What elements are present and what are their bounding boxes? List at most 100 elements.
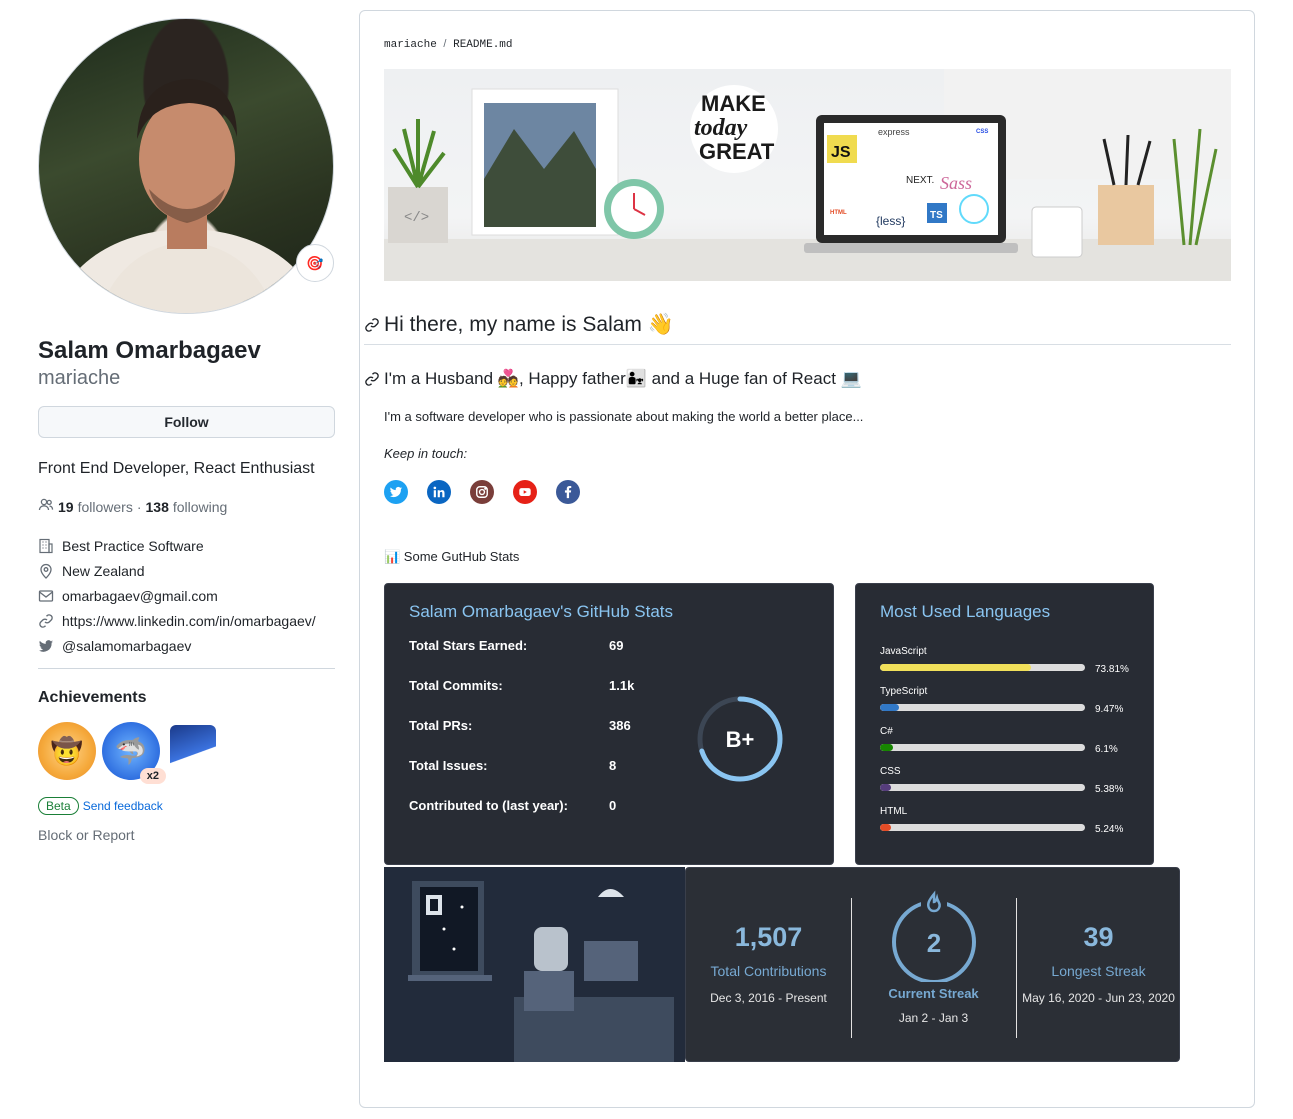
dot-separator: · [136, 498, 142, 515]
stat-value: 1.1k [609, 678, 635, 693]
language-percent: 73.81% [1095, 664, 1129, 675]
stat-label: Total PRs: [409, 718, 473, 733]
language-bar-fill [880, 824, 891, 831]
language-bar [880, 664, 1085, 671]
language-percent: 5.24% [1095, 824, 1124, 835]
stats-heading: 📊 Some GutHub Stats [384, 549, 519, 565]
language-name: TypeScript [880, 686, 928, 697]
twitter-link[interactable]: @salamomarbagaev [62, 638, 191, 654]
company-text: Best Practice Software [62, 537, 204, 554]
readme-path: mariache / README.md [384, 38, 513, 51]
profile-sidebar: 🎯 Salam Omarbagaev mariache Follow Front… [38, 18, 335, 843]
youtube-icon[interactable] [513, 480, 537, 504]
email-link[interactable]: omarbagaev@gmail.com [62, 588, 218, 604]
mail-icon [38, 588, 54, 604]
block-report-link[interactable]: Block or Report [38, 827, 335, 843]
language-row: TypeScript 9.47% [880, 686, 1150, 715]
avatar[interactable] [38, 18, 334, 314]
sticker-line-1: MAKE [701, 91, 766, 116]
languages-card-title: Most Used Languages [880, 602, 1051, 621]
readme-banner: </> MAKE today GREAT JS express NEXT. Sa… [384, 69, 1231, 281]
followers-label[interactable]: followers [78, 499, 133, 515]
longest-streak: 39 Longest Streak May 16, 2020 - Jun 23,… [1016, 922, 1181, 1005]
laptop-label-next: NEXT. [906, 175, 934, 186]
language-row: JavaScript 73.81% [880, 646, 1150, 675]
achievement-badge-arctic[interactable] [170, 725, 216, 777]
streak-card[interactable]: 1,507 Total Contributions Dec 3, 2016 - … [685, 867, 1180, 1062]
following-label[interactable]: following [173, 499, 227, 515]
facebook-icon[interactable] [556, 480, 580, 504]
building-icon [38, 538, 54, 554]
language-row: HTML 5.24% [880, 806, 1150, 835]
current-streak-label: Current Streak [888, 986, 979, 1001]
anchor-link-icon[interactable] [364, 317, 380, 333]
sticker-line-3: GREAT [699, 139, 775, 164]
readme-heading: Hi there, my name is Salam 👋 [364, 313, 1231, 345]
language-bar-fill [880, 704, 900, 711]
anchor-link-icon[interactable] [364, 371, 380, 387]
laptop-label-ts: TS [930, 210, 943, 221]
path-user[interactable]: mariache [384, 39, 437, 51]
send-feedback-link[interactable]: Send feedback [83, 799, 163, 813]
twitter-icon[interactable] [384, 480, 408, 504]
stat-label: Total Stars Earned: [409, 638, 528, 653]
shark-icon: 🦈 [114, 735, 148, 766]
laptop-label-sass: Sass [940, 173, 972, 193]
profile-fullname: Salam Omarbagaev [38, 337, 261, 364]
language-percent: 6.1% [1095, 744, 1118, 755]
achievements-title[interactable]: Achievements [38, 689, 335, 707]
website-link[interactable]: https://www.linkedin.com/in/omarbagaev/ [62, 613, 316, 629]
readme-subheading: I'm a Husband 💑, Happy father👨‍👧 and a H… [364, 369, 862, 389]
followers-count[interactable]: 19 [58, 499, 74, 515]
readme-card: mariache / README.md </> MAKE today GREA… [359, 10, 1255, 1108]
detail-website: https://www.linkedin.com/in/omarbagaev/ [38, 608, 335, 633]
stat-label: Total Commits: [409, 678, 503, 693]
stat-label: Contributed to (last year): [409, 798, 568, 813]
language-bar-fill [880, 744, 893, 751]
laptop-label-html: HTML [830, 210, 847, 216]
achievement-badge-shark[interactable]: 🦈 x2 [102, 722, 166, 784]
profile-bio: Front End Developer, React Enthusiast [38, 460, 315, 477]
total-contributions-label: Total Contributions [710, 963, 827, 979]
stats-card-title: Salam Omarbagaev's GitHub Stats [409, 602, 674, 621]
language-row: CSS 5.38% [880, 766, 1150, 795]
language-name: C# [880, 726, 893, 737]
beta-row: Beta Send feedback [38, 797, 335, 815]
instagram-icon[interactable] [470, 480, 494, 504]
languages-card[interactable]: Most Used Languages JavaScript 73.81% Type… [855, 583, 1154, 865]
stat-value: 0 [609, 798, 617, 813]
longest-streak-range: May 16, 2020 - Jun 23, 2020 [1022, 991, 1175, 1005]
laptop-label-express: express [878, 127, 910, 137]
svg-text:</>: </> [404, 210, 429, 226]
language-name: HTML [880, 806, 908, 817]
cowboy-icon: 🤠 [50, 735, 84, 766]
path-separator: / [443, 38, 447, 50]
linkedin-icon[interactable] [427, 480, 451, 504]
streak-ring: 2 [891, 890, 976, 982]
stat-value: 69 [609, 638, 624, 653]
subheading-text: I'm a Husband 💑, Happy father👨‍👧 and a H… [384, 369, 862, 388]
detail-twitter: @salamomarbagaev [38, 633, 335, 658]
path-file[interactable]: README.md [453, 39, 512, 51]
laptop-label-css: CSS [976, 129, 988, 135]
avatar-wrap: 🎯 [38, 18, 334, 314]
stat-value: 386 [609, 718, 631, 733]
language-name: JavaScript [880, 646, 927, 657]
total-contributions-range: Dec 3, 2016 - Present [710, 991, 827, 1005]
profile-details: Best Practice Software New Zealand omarb… [38, 533, 335, 658]
detail-company: Best Practice Software [38, 533, 335, 558]
github-stats-card[interactable]: Salam Omarbagaev's GitHub Stats Total St… [384, 583, 834, 865]
following-count[interactable]: 138 [146, 499, 169, 515]
achievement-badges: 🤠 🦈 x2 [38, 719, 335, 784]
stat-label: Total Issues: [409, 758, 488, 773]
social-links [384, 480, 580, 504]
language-bar [880, 744, 1085, 751]
current-streak-range: Jan 2 - Jan 3 [898, 1011, 969, 1025]
status-badge[interactable]: 🎯 [296, 244, 334, 282]
follow-stats: 19 followers · 138 following [38, 497, 335, 516]
follow-button[interactable]: Follow [38, 406, 335, 438]
language-bar [880, 704, 1085, 711]
achievement-badge-cowboy[interactable]: 🤠 [38, 722, 96, 780]
language-bar [880, 824, 1085, 831]
current-streak: 2 Current Streak Jan 2 - Jan 3 [851, 890, 1016, 1025]
